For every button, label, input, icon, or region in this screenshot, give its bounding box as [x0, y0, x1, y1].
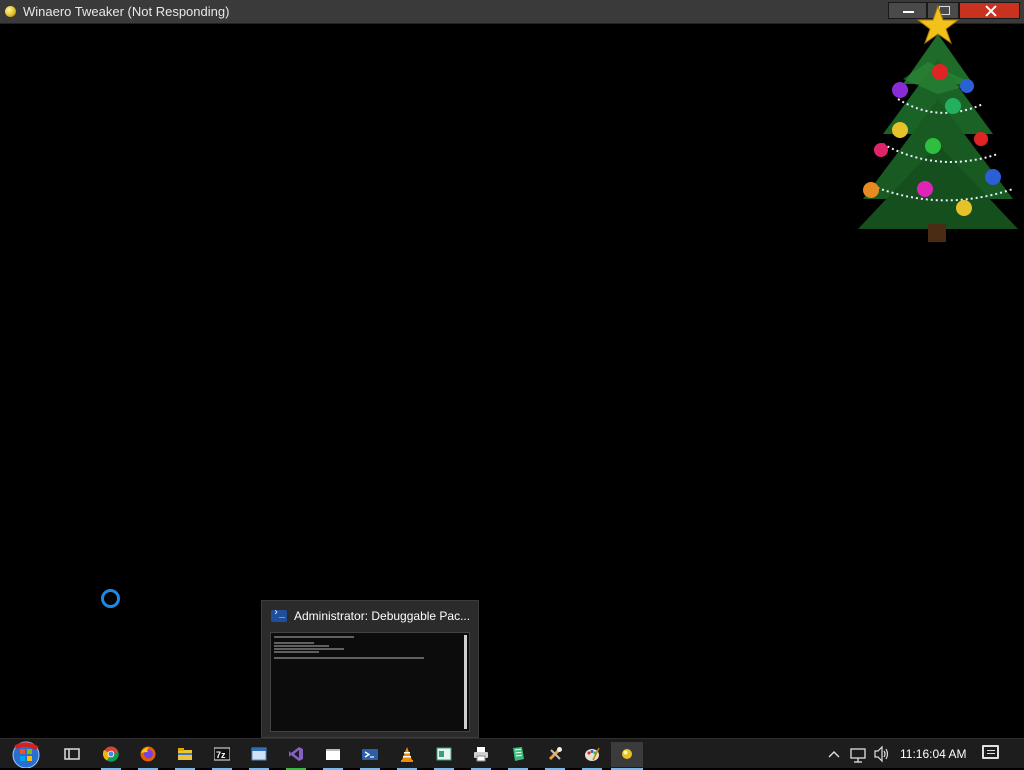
taskbar-item-winaero-tweaker[interactable] [611, 742, 643, 770]
taskbar-item-file-explorer[interactable] [169, 742, 201, 770]
thumbnail-title: Administrator: Debuggable Pac... [294, 609, 471, 623]
winaero-app-icon [5, 6, 16, 17]
taskbar-item-tools[interactable] [539, 742, 571, 770]
taskbar-item-powershell[interactable] [354, 742, 386, 770]
task-view-icon [64, 748, 80, 760]
winaero-tweaker-icon [622, 749, 632, 759]
notepad-app-icon [513, 747, 524, 761]
terminal-app-icon [436, 747, 452, 761]
taskbar-item-visual-studio[interactable] [280, 742, 312, 770]
taskbar-item-notepad-app[interactable] [502, 742, 534, 770]
vlc-icon [401, 747, 413, 762]
file-explorer-icon [178, 748, 192, 760]
window-title: Winaero Tweaker (Not Responding) [23, 4, 230, 19]
taskbar-item-vlc[interactable] [391, 742, 423, 770]
task-view-button[interactable] [56, 742, 88, 767]
svg-text:7z: 7z [216, 750, 226, 760]
taskbar-item-terminal-app[interactable] [428, 742, 460, 770]
taskbar-item-7zip[interactable]: 7z [206, 742, 238, 770]
action-center-icon[interactable] [982, 745, 999, 759]
powershell-icon [271, 607, 287, 622]
printer-app-icon [474, 747, 488, 762]
visual-studio-icon [289, 747, 303, 761]
taskbar-item-chrome[interactable] [95, 742, 127, 770]
taskbar-item-window-app[interactable] [243, 742, 275, 770]
taskbar-clock[interactable]: 11:16:04 AM [900, 747, 967, 761]
taskbar-item-printer-app[interactable] [465, 742, 497, 770]
volume-icon[interactable] [873, 739, 891, 769]
taskbar-item-paint[interactable] [576, 742, 608, 770]
thumbnail-window-preview [270, 632, 470, 732]
network-icon[interactable] [849, 739, 867, 769]
paint-icon [585, 747, 600, 761]
window-app-icon [251, 747, 267, 761]
tools-icon [548, 747, 562, 761]
taskbar-item-firefox[interactable] [132, 742, 164, 770]
show-hidden-icons-chevron-icon[interactable] [827, 739, 841, 769]
taskbar-thumbnail-preview[interactable]: Administrator: Debuggable Pac... [261, 600, 479, 738]
7zip-icon: 7z [214, 747, 230, 761]
blank-window-icon [326, 749, 340, 760]
start-orb-icon[interactable] [9, 740, 43, 768]
taskbar: 7z 11:16:04 AM [0, 738, 1024, 770]
powershell-icon [362, 749, 378, 760]
christmas-tree-image [858, 4, 1018, 242]
firefox-icon [140, 746, 156, 762]
chrome-icon [103, 746, 119, 762]
busy-cursor-icon [101, 589, 120, 608]
thumbnail-scrollbar [464, 635, 467, 729]
taskbar-item-blank-window[interactable] [317, 742, 349, 770]
